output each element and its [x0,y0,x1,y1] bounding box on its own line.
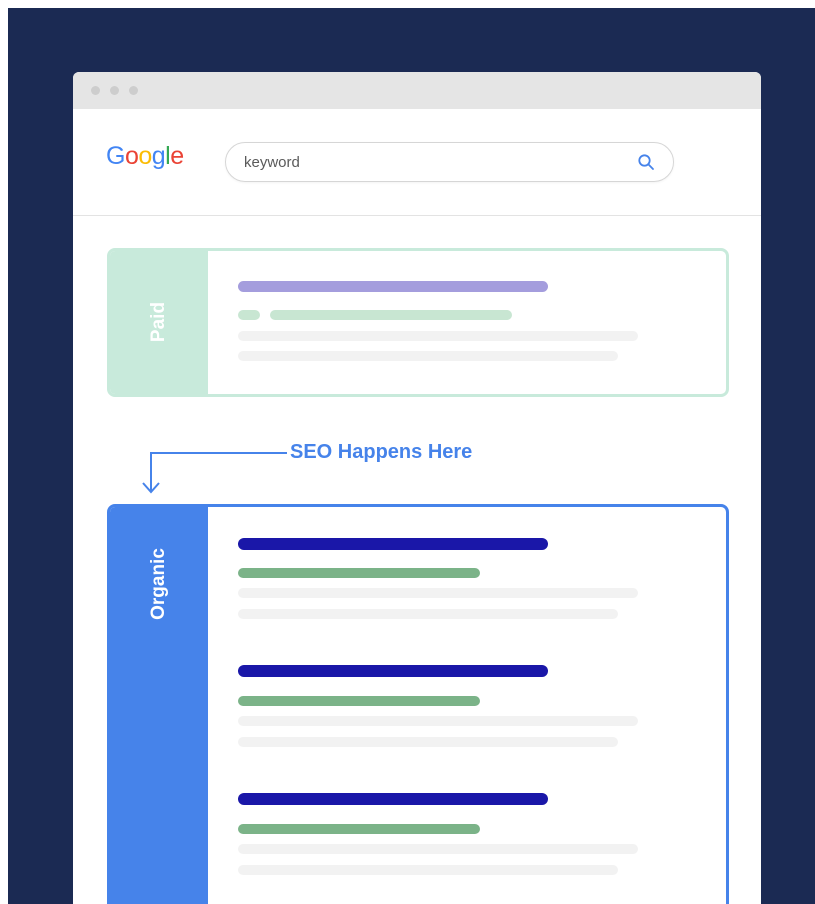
result-description-line [238,844,638,854]
logo-letter: o [138,142,152,170]
search-box[interactable] [225,142,674,182]
search-header: Google [73,109,761,216]
ad-description-line [238,331,638,341]
ad-badge-placeholder [238,310,260,320]
search-icon[interactable] [637,153,655,171]
browser-title-bar [73,72,761,109]
paid-results-panel: Paid [107,248,729,397]
organic-results-panel: Organic [107,504,729,904]
ad-title-placeholder[interactable] [238,281,548,292]
window-dot-maximize[interactable] [129,86,138,95]
paid-side-strip: Paid [110,251,208,394]
logo-letter: g [151,142,166,170]
result-description-line [238,716,638,726]
result-title-placeholder[interactable] [238,665,548,677]
result-url-placeholder [238,696,480,706]
seo-callout-text: SEO Happens Here [290,441,473,463]
result-url-placeholder [238,824,480,834]
logo-letter: G [106,142,125,170]
ad-description-line [238,351,618,361]
google-logo[interactable]: Google [106,142,184,171]
organic-label: Organic [148,548,169,620]
result-description-line [238,609,618,619]
logo-letter: e [170,142,184,170]
window-dot-minimize[interactable] [110,86,119,95]
result-description-line [238,737,618,747]
logo-letter: o [124,142,139,170]
organic-side-strip: Organic [110,507,208,904]
result-description-line [238,865,618,875]
paid-label: Paid [148,301,169,343]
result-title-placeholder[interactable] [238,538,548,550]
result-description-line [238,588,638,598]
result-title-placeholder[interactable] [238,793,548,805]
ad-url-placeholder [270,310,512,320]
search-input[interactable] [244,143,624,181]
down-arrow-icon [142,452,287,494]
result-url-placeholder [238,568,480,578]
window-dot-close[interactable] [91,86,100,95]
